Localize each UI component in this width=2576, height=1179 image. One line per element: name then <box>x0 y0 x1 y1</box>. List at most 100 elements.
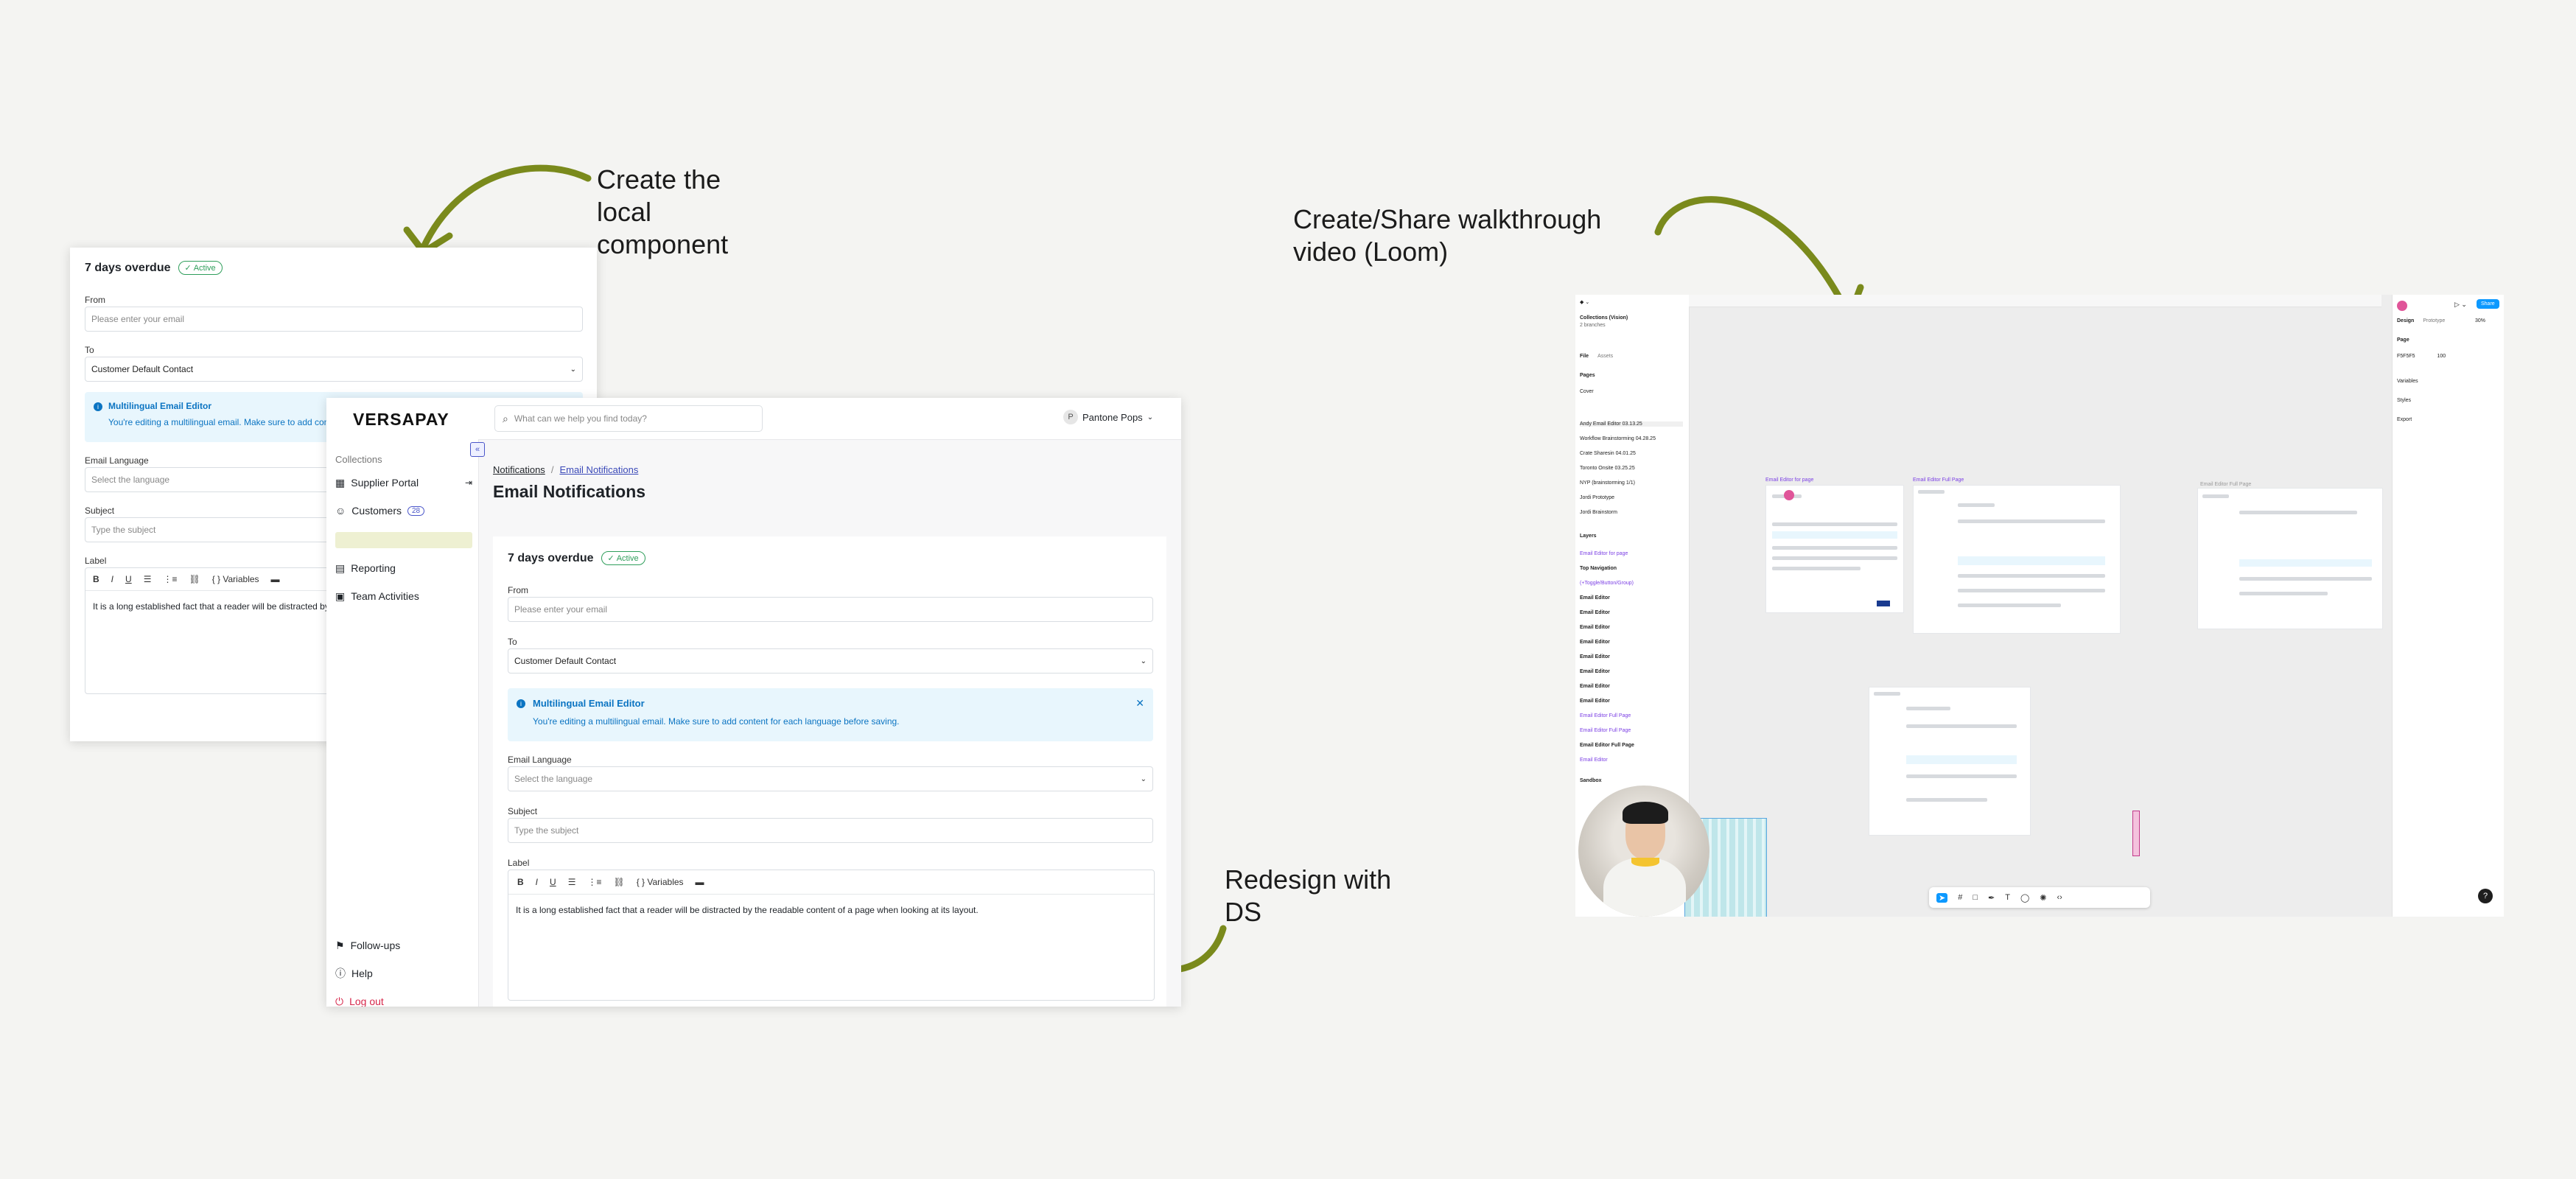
frame-email-editor-full-page-alt[interactable] <box>2197 488 2383 629</box>
sidebar-item-log-out[interactable]: ⏻ Log out <box>335 987 384 1007</box>
zoom-level[interactable]: 30% <box>2475 318 2485 323</box>
bold-icon[interactable]: B <box>517 877 524 887</box>
folder-icon[interactable]: ▬ <box>271 574 280 584</box>
old-info-text: You're editing a multilingual email. Mak… <box>108 417 337 427</box>
page-item[interactable]: Cover <box>1580 389 1594 394</box>
frame-email-editor-full-page[interactable] <box>1913 485 2121 634</box>
to-select[interactable]: Customer Default Contact ⌄ <box>508 648 1153 674</box>
layer-item[interactable]: Email Editor <box>1580 699 1610 704</box>
frame-title[interactable]: Email Editor Full Page <box>2200 482 2251 487</box>
versapay-app-window: VERSAPAY ⌕ What can we help you find tod… <box>326 398 1181 1007</box>
frame-email-editor[interactable] <box>1869 687 2031 836</box>
tab-design[interactable]: Design <box>2397 318 2414 323</box>
tab-file[interactable]: File <box>1580 354 1589 359</box>
page-color-value[interactable]: F5F5F5 <box>2397 354 2415 359</box>
tab-prototype[interactable]: Prototype <box>2423 318 2445 323</box>
variables-button[interactable]: { } Variables <box>637 877 684 887</box>
pen-tool-icon[interactable]: ✒ <box>1988 893 1995 903</box>
styles-section[interactable]: Styles <box>2397 398 2411 403</box>
bullet-list-icon[interactable]: ☰ <box>144 574 152 584</box>
variables-section[interactable]: Variables <box>2397 379 2418 384</box>
share-button[interactable]: Share <box>2477 299 2499 309</box>
layer-item[interactable]: Email Editor Full Page <box>1580 743 1634 748</box>
bullet-list-icon[interactable]: ☰ <box>568 877 576 887</box>
selection-handle[interactable] <box>2132 811 2140 856</box>
move-tool-icon[interactable]: ➤ <box>1936 892 1948 903</box>
figma-menu-icon[interactable]: ◆ ⌄ <box>1580 299 1589 305</box>
page-item[interactable]: Andy Email Editor 03.13.25 <box>1580 421 1683 427</box>
layer-item[interactable]: Top Navigation <box>1580 566 1617 571</box>
layer-item[interactable]: Email Editor <box>1580 684 1610 689</box>
layer-item[interactable]: Email Editor <box>1580 595 1610 601</box>
frame-tool-icon[interactable]: # <box>1958 893 1962 902</box>
sidebar-item-redacted[interactable] <box>335 532 472 548</box>
old-to-select[interactable]: Customer Default Contact ⌄ <box>85 357 583 382</box>
page-item[interactable]: Jordi Prototype <box>1580 495 1614 500</box>
link-icon[interactable]: ⛓ <box>189 574 200 584</box>
layer-item[interactable]: Email Editor <box>1580 610 1610 615</box>
numbered-list-icon[interactable]: ⋮≡ <box>163 574 177 584</box>
subject-input[interactable]: Type the subject <box>508 818 1153 843</box>
tab-assets[interactable]: Assets <box>1597 354 1613 359</box>
rich-text-editor[interactable]: B I U ☰ ⋮≡ ⛓ { } Variables ▬ It is a long es… <box>508 870 1155 1001</box>
page-opacity-value[interactable]: 100 <box>2437 354 2446 359</box>
link-icon[interactable]: ⛓ <box>613 877 624 887</box>
frame-title[interactable]: Email Editor for page <box>1765 477 1813 483</box>
page-item[interactable]: NYP (brainstorming 1/1) <box>1580 480 1635 486</box>
export-section[interactable]: Export <box>2397 417 2412 422</box>
breadcrumb-email-notifications[interactable]: Email Notifications <box>559 464 638 475</box>
layer-item[interactable]: Email Editor Full Page <box>1580 713 1631 718</box>
frame-email-editor-for-page[interactable] <box>1765 485 1904 613</box>
rectangle-tool-icon[interactable]: □ <box>1973 893 1978 902</box>
global-search-input[interactable]: ⌕ What can we help you find today? <box>494 405 763 432</box>
figma-file-name[interactable]: Collections (Vision) <box>1580 315 1628 321</box>
folder-icon[interactable]: ▬ <box>696 877 704 887</box>
italic-icon[interactable]: I <box>111 574 113 584</box>
italic-icon[interactable]: I <box>536 877 538 887</box>
sidebar-item-customers[interactable]: ☺ Customers 28 <box>335 497 472 525</box>
sidebar-item-help[interactable]: ⓘ Help <box>335 959 373 987</box>
avatar[interactable] <box>2397 301 2407 311</box>
sidebar-item-team-activities[interactable]: ▣ Team Activities <box>335 582 472 610</box>
text-tool-icon[interactable]: T <box>2005 893 2010 902</box>
figma-branches[interactable]: 2 branches <box>1580 323 1606 328</box>
layer-item[interactable]: Email Editor for page <box>1580 551 1628 556</box>
body-label: Label <box>508 858 530 868</box>
dev-mode-icon[interactable]: ‹› <box>2057 893 2062 902</box>
collapse-sidebar-button[interactable]: « <box>470 442 485 457</box>
sidebar-item-reporting[interactable]: ▤ Reporting <box>335 554 472 582</box>
page-item[interactable]: Jordi Brainstorm <box>1580 510 1617 515</box>
layer-item[interactable]: Sandbox <box>1580 778 1602 783</box>
underline-icon[interactable]: U <box>125 574 132 584</box>
numbered-list-icon[interactable]: ⋮≡ <box>587 877 601 887</box>
page-item[interactable]: Crate Sharesin 04.01.25 <box>1580 451 1636 456</box>
comment-tool-icon[interactable]: ◯ <box>2020 893 2029 903</box>
bold-icon[interactable]: B <box>93 574 99 584</box>
pages-header: Pages <box>1580 373 1595 378</box>
language-select[interactable]: Select the language ⌄ <box>508 766 1153 791</box>
frame-title[interactable]: Email Editor Full Page <box>1913 477 1964 483</box>
old-info-title: Multilingual Email Editor <box>108 401 212 411</box>
breadcrumb-notifications[interactable]: Notifications <box>493 464 545 475</box>
layer-item[interactable]: Email Editor <box>1580 625 1610 630</box>
layer-item[interactable]: Email Editor <box>1580 758 1608 763</box>
help-button[interactable]: ? <box>2478 889 2493 903</box>
underline-icon[interactable]: U <box>550 877 556 887</box>
sidebar-item-supplier-portal[interactable]: ▦ Supplier Portal ⇥ <box>335 469 472 497</box>
close-icon[interactable]: ✕ <box>1135 697 1144 710</box>
variables-button[interactable]: { } Variables <box>212 574 259 584</box>
sidebar-item-follow-ups[interactable]: ⚑ Follow-ups <box>335 931 400 959</box>
layer-item[interactable]: Email Editor <box>1580 669 1610 674</box>
page-item[interactable]: Workflow Brainstorming 04.28.25 <box>1580 436 1656 441</box>
loom-webcam-bubble[interactable] <box>1578 786 1709 917</box>
user-menu[interactable]: P Pantone Pops ⌄ <box>1063 410 1153 424</box>
layer-item[interactable]: (+Toggle/Button/Group) <box>1580 581 1634 586</box>
from-input[interactable]: Please enter your email <box>508 597 1153 622</box>
page-item[interactable]: Toronto Onsite 03.25.25 <box>1580 466 1635 471</box>
old-from-input[interactable]: Please enter your email <box>85 307 583 332</box>
layer-item[interactable]: Email Editor <box>1580 640 1610 645</box>
actions-tool-icon[interactable]: ✺ <box>2040 893 2046 903</box>
present-icon[interactable]: ▷ ⌄ <box>2454 301 2467 309</box>
layer-item[interactable]: Email Editor <box>1580 654 1610 660</box>
layer-item[interactable]: Email Editor Full Page <box>1580 728 1631 733</box>
